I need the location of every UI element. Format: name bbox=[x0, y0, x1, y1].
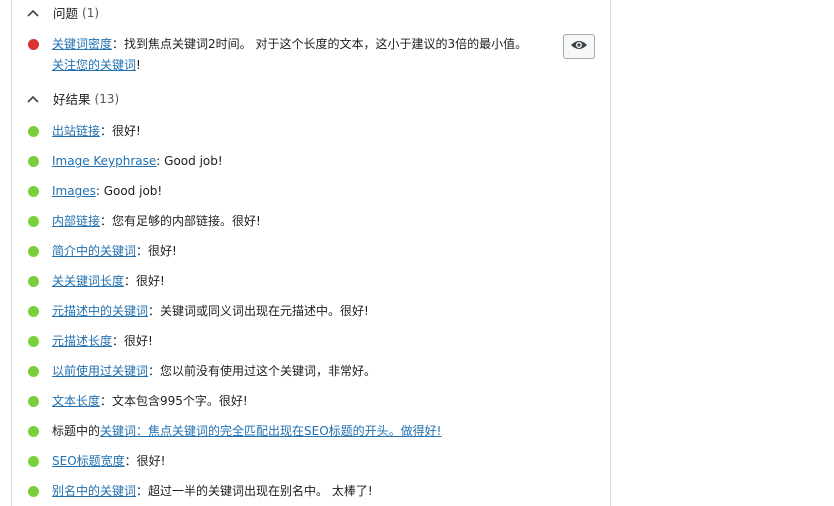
problem-text: 关键词密度：找到焦点关键词2时间。 对于这个长度的文本，这小于建议的3倍的最小值… bbox=[52, 37, 528, 72]
good-item: 元描述长度：很好! bbox=[28, 331, 548, 352]
result-link[interactable]: 别名中的关键词 bbox=[52, 484, 136, 498]
problems-section-header[interactable]: 问题 (1) bbox=[26, 3, 99, 22]
problem-item: 关键词密度：找到焦点关键词2时间。 对于这个长度的文本，这小于建议的3倍的最小值… bbox=[28, 34, 540, 76]
good-bullet bbox=[28, 156, 39, 167]
result-link[interactable]: 内部链接 bbox=[52, 214, 100, 228]
good-bullet bbox=[28, 276, 39, 287]
chevron-up-icon bbox=[26, 8, 40, 18]
result-link[interactable]: 简介中的关键词 bbox=[52, 244, 136, 258]
good-bullet bbox=[28, 336, 39, 347]
problems-count: (1) bbox=[82, 5, 100, 20]
result-link[interactable]: 关键词：焦点关键词的完全匹配出现在SEO标题的开头。做得好! bbox=[100, 424, 441, 438]
good-item: 内部链接：您有足够的内部链接。很好! bbox=[28, 211, 548, 232]
good-bullet bbox=[28, 246, 39, 257]
good-results-title: 好结果 bbox=[53, 92, 91, 107]
result-link[interactable]: Images bbox=[52, 184, 96, 198]
problems-title: 问题 bbox=[53, 6, 79, 21]
highlight-toggle-button[interactable] bbox=[563, 34, 595, 59]
good-item: 出站链接：很好! bbox=[28, 121, 548, 142]
result-link[interactable]: 元描述中的关键词 bbox=[52, 304, 148, 318]
result-link[interactable]: 出站链接 bbox=[52, 124, 100, 138]
keyword-density-link[interactable]: 关键词密度 bbox=[52, 37, 112, 51]
good-item: 文本长度：文本包含995个字。很好! bbox=[28, 391, 548, 412]
good-item: 别名中的关键词：超过一半的关键词出现在别名中。 太棒了! bbox=[28, 481, 548, 502]
good-item: 标题中的关键词：焦点关键词的完全匹配出现在SEO标题的开头。做得好! bbox=[28, 421, 548, 442]
focus-keyword-link[interactable]: 关注您的关键词 bbox=[52, 58, 136, 72]
good-bullet bbox=[28, 126, 39, 137]
result-link[interactable]: 关关键词长度 bbox=[52, 274, 124, 288]
seo-analysis-panel: 问题 (1) 关键词密度：找到焦点关键词2时间。 对于这个长度的文本，这小于建议… bbox=[11, 0, 611, 506]
problem-bullet bbox=[28, 39, 39, 50]
good-bullet bbox=[28, 396, 39, 407]
good-bullet bbox=[28, 486, 39, 497]
result-link[interactable]: 文本长度 bbox=[52, 394, 100, 408]
good-results-section-header[interactable]: 好结果 (13) bbox=[26, 89, 119, 108]
good-item: SEO标题宽度：很好! bbox=[28, 451, 548, 472]
good-bullet bbox=[28, 456, 39, 467]
good-item: Images: Good job! bbox=[28, 181, 548, 202]
good-item: Image Keyphrase: Good job! bbox=[28, 151, 548, 172]
chevron-up-icon bbox=[26, 94, 40, 104]
result-link[interactable]: Image Keyphrase bbox=[52, 154, 156, 168]
result-link[interactable]: 以前使用过关键词 bbox=[52, 364, 148, 378]
good-bullet bbox=[28, 366, 39, 377]
good-results-count: (13) bbox=[94, 91, 120, 106]
eye-icon bbox=[570, 39, 588, 54]
good-item: 简介中的关键词：很好! bbox=[28, 241, 548, 262]
result-link[interactable]: 元描述长度 bbox=[52, 334, 112, 348]
good-bullet bbox=[28, 186, 39, 197]
good-item: 元描述中的关键词：关键词或同义词出现在元描述中。很好! bbox=[28, 301, 548, 322]
good-item: 以前使用过关键词：您以前没有使用过这个关键词，非常好。 bbox=[28, 361, 548, 382]
good-bullet bbox=[28, 306, 39, 317]
good-item: 关关键词长度：很好! bbox=[28, 271, 548, 292]
good-bullet bbox=[28, 426, 39, 437]
result-link[interactable]: SEO标题宽度 bbox=[52, 454, 125, 468]
good-bullet bbox=[28, 216, 39, 227]
